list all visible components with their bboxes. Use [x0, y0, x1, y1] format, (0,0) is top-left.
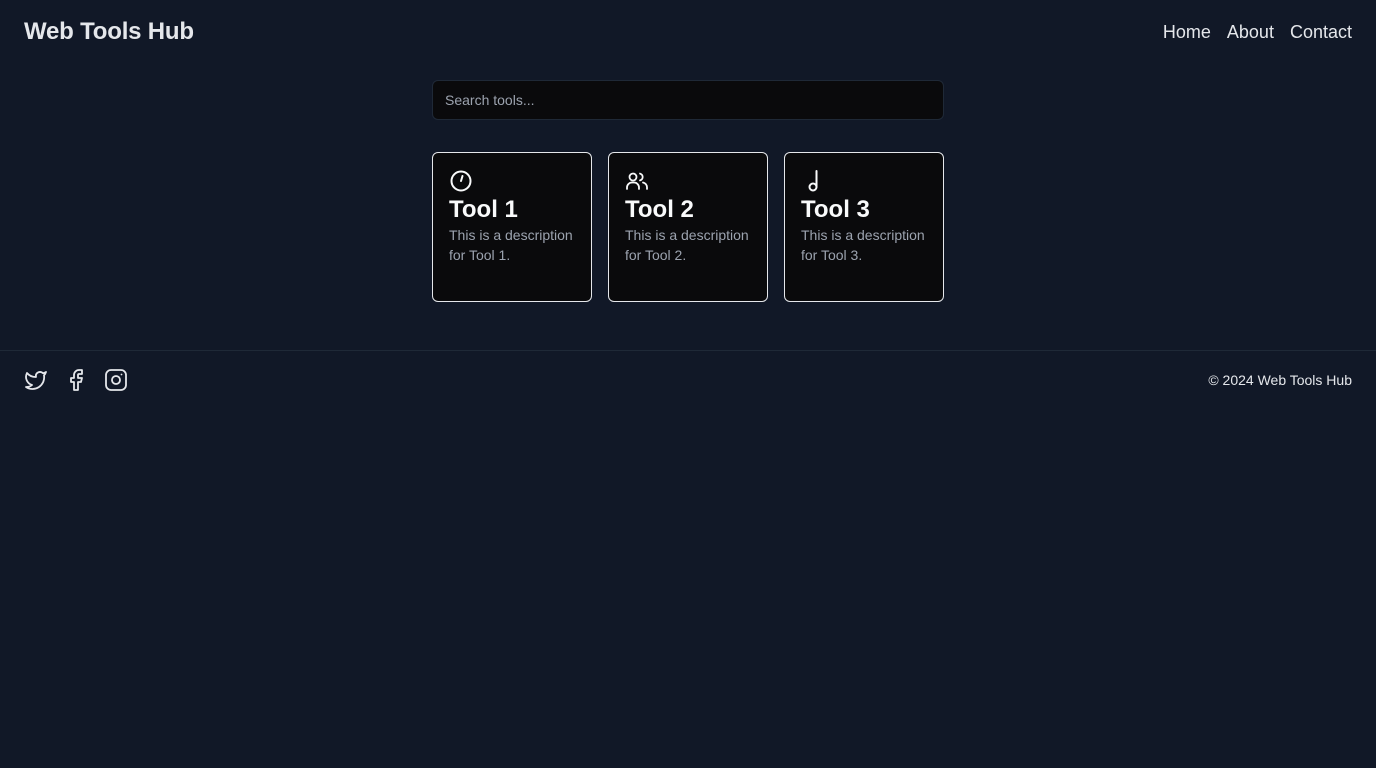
site-footer: © 2024 Web Tools Hub [0, 350, 1376, 408]
site-brand[interactable]: Web Tools Hub [24, 18, 194, 46]
copyright-text: © 2024 Web Tools Hub [1208, 371, 1352, 388]
tool-card-description: This is a description for Tool 3. [801, 227, 925, 263]
tool-card-2[interactable]: Tool 2 This is a description for Tool 2. [608, 152, 768, 302]
instagram-icon[interactable] [104, 368, 128, 392]
tool-card-title: Tool 1 [449, 196, 518, 223]
tool-card-title: Tool 2 [625, 196, 694, 223]
nav-about-link[interactable]: About [1227, 22, 1274, 43]
tool-card-description: This is a description for Tool 1. [449, 227, 573, 263]
users-icon [625, 169, 649, 193]
tool-card-3[interactable]: Tool 3 This is a description for Tool 3. [784, 152, 944, 302]
twitter-icon[interactable] [24, 368, 48, 392]
tool-card-1[interactable]: Tool 1 This is a description for Tool 1. [432, 152, 592, 302]
social-links [24, 368, 128, 392]
search-input[interactable] [432, 80, 944, 120]
nav-home-link[interactable]: Home [1163, 22, 1211, 43]
timer-icon [449, 169, 473, 193]
main-nav: Home About Contact [1163, 22, 1352, 43]
search-container [432, 80, 944, 120]
tool-grid: Tool 1 This is a description for Tool 1.… [432, 152, 944, 302]
facebook-icon[interactable] [64, 368, 88, 392]
tool-card-title: Tool 3 [801, 196, 870, 223]
tool-card-description: This is a description for Tool 2. [625, 227, 749, 263]
site-header: Web Tools Hub Home About Contact [0, 0, 1376, 64]
music-note-icon [801, 169, 825, 193]
nav-contact-link[interactable]: Contact [1290, 22, 1352, 43]
